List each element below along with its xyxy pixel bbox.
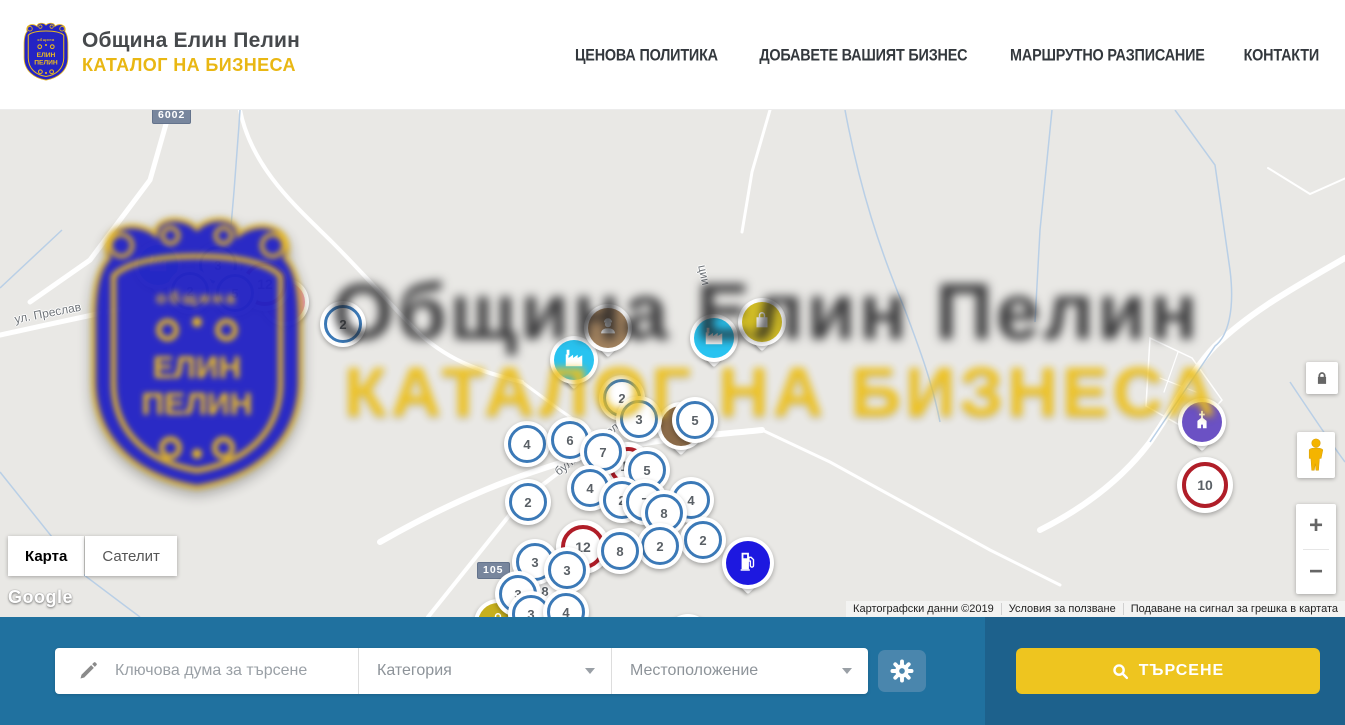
zoom-in-button[interactable]: + (1296, 504, 1336, 549)
pin-disc (584, 304, 632, 352)
svg-text:община: община (37, 38, 54, 42)
cluster-marker[interactable]: 2 (505, 479, 551, 525)
nav-add-business[interactable]: ДОБАВЕТЕ ВАШИЯТ БИЗНЕС (759, 46, 967, 64)
nav-contacts[interactable]: КОНТАКТИ (1244, 46, 1319, 64)
cluster-count: 5 (216, 274, 254, 312)
factory-icon (563, 347, 585, 374)
location-select-value: Местоположение (612, 662, 758, 680)
pin-disc (738, 298, 786, 346)
cluster-marker[interactable]: 10 (1177, 457, 1233, 513)
magnifier-icon (1112, 663, 1129, 680)
nav-route-schedule[interactable]: МАРШРУТНО РАЗПИСАНИЕ (1010, 46, 1205, 64)
cluster-marker[interactable]: 8 (597, 528, 643, 574)
lock-icon (1315, 371, 1329, 385)
cluster-count: 4 (547, 593, 585, 617)
cluster-count: 8 (601, 532, 639, 570)
pin-disc (722, 537, 774, 589)
cluster-count: 10 (1182, 462, 1228, 508)
worker-icon (597, 315, 619, 342)
cluster-count: 2 (684, 521, 722, 559)
gear-icon (889, 658, 915, 684)
cluster-count: 2 (171, 272, 209, 310)
cluster-marker[interactable]: 4 (504, 421, 550, 467)
filter-bar: Категория Местоположение (55, 648, 868, 694)
keyword-section (55, 648, 358, 694)
cluster-count: 4 (508, 425, 546, 463)
cluster-marker[interactable]: 2 (637, 523, 683, 569)
google-logo[interactable]: Google (8, 587, 73, 608)
pegman-icon (1305, 438, 1327, 472)
worker-pin[interactable] (584, 304, 632, 368)
street-view-button[interactable] (1297, 432, 1335, 478)
category-select-value: Категория (359, 662, 452, 680)
category-select[interactable]: Категория (358, 648, 611, 694)
caret-down-icon (842, 668, 852, 674)
cluster-marker[interactable]: 2 (320, 301, 366, 347)
svg-text:ЕЛИН: ЕЛИН (37, 52, 56, 59)
lock-button[interactable] (1306, 362, 1338, 394)
cluster-count: 2 (509, 483, 547, 521)
keyword-search-input[interactable] (55, 648, 358, 694)
factory-icon (703, 325, 725, 352)
cluster-count: 2 (641, 527, 679, 565)
factory-icon (147, 252, 169, 279)
header: община ЕЛИН ПЕЛИН Община Елин Пелин КАТА… (0, 0, 1345, 110)
search-submit-button[interactable]: ТЪРСЕНЕ (1016, 648, 1320, 694)
fuel-station-pin[interactable] (722, 537, 774, 605)
advanced-settings-button[interactable] (878, 650, 926, 692)
caret-down-icon (585, 668, 595, 674)
cluster-count: 3 (548, 551, 586, 589)
map-attribution: Картографски данни ©2019 Условия за полз… (846, 601, 1345, 617)
pin-disc (1178, 398, 1226, 446)
site-title: Община Елин Пелин (82, 29, 300, 53)
shopping-bag-pin[interactable] (738, 298, 786, 362)
attribution-report-link[interactable]: Подаване на сигнал за грешка в картата (1123, 603, 1345, 615)
search-button-label: ТЪРСЕНЕ (1139, 662, 1224, 680)
municipality-crest-icon: община ЕЛИН ПЕЛИН (22, 21, 70, 83)
cluster-marker[interactable]: 2 (680, 517, 726, 563)
nav-pricing[interactable]: ЦЕНОВА ПОЛИТИКА (575, 46, 718, 64)
attribution-terms-link[interactable]: Условия за ползване (1001, 603, 1123, 615)
church-pin[interactable] (1178, 398, 1226, 462)
cluster-marker[interactable]: 3 (616, 396, 662, 442)
cluster-count: 3 (620, 400, 658, 438)
zoom-out-button[interactable]: − (1296, 550, 1336, 595)
church-icon (1191, 409, 1213, 436)
map-type-control: Карта Сателит (8, 536, 177, 576)
cluster-marker[interactable]: 5 (672, 397, 718, 443)
cluster-marker[interactable]: 3 (544, 547, 590, 593)
fuel-icon (737, 550, 759, 577)
search-bar: Категория Местоположение ТЪРСЕНЕ (0, 617, 1345, 725)
factory-pin[interactable] (690, 314, 738, 378)
site-subtitle: КАТАЛОГ НА БИЗНЕСА (82, 55, 300, 76)
cluster-count: 5 (676, 401, 714, 439)
cluster-count: 2 (324, 305, 362, 343)
markers-layer: 123252235461375242748221288333234510 (0, 110, 1345, 617)
pin-disc (690, 314, 738, 362)
map-type-map-button[interactable]: Карта (8, 536, 84, 576)
location-select[interactable]: Местоположение (611, 648, 868, 694)
shopping-bag-icon (751, 309, 773, 336)
main-nav: ЦЕНОВА ПОЛИТИКА ДОБАВЕТЕ ВАШИЯТ БИЗНЕС М… (572, 0, 1321, 110)
site-logo[interactable]: община ЕЛИН ПЕЛИН Община Елин Пелин КАТА… (22, 21, 300, 83)
pencil-icon (78, 661, 98, 681)
svg-text:ПЕЛИН: ПЕЛИН (34, 60, 58, 67)
attribution-copyright: Картографски данни ©2019 (846, 603, 1001, 615)
cluster-marker[interactable]: 5 (212, 270, 258, 316)
map-canvas[interactable]: 123252235461375242748221288333234510 общ… (0, 110, 1345, 617)
cluster-marker[interactable]: 2 (167, 268, 213, 314)
map-type-satellite-button[interactable]: Сателит (85, 536, 177, 576)
zoom-control: + − (1296, 504, 1336, 594)
